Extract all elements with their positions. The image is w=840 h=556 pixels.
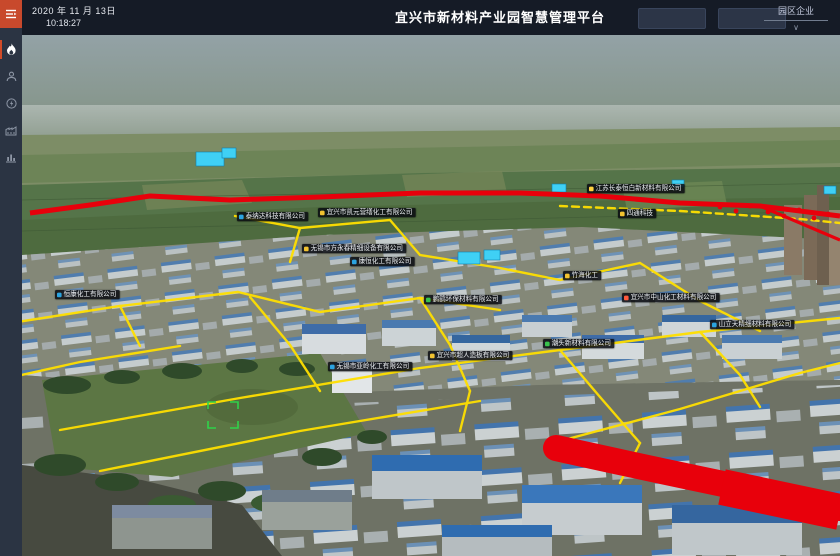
company-label[interactable]: 无锡市方永春精细设备有限公司 (302, 244, 406, 253)
power-icon (6, 98, 17, 109)
company-label[interactable]: 四通科技 (618, 209, 656, 218)
company-pin-icon (239, 214, 244, 219)
sidebar (0, 0, 22, 556)
company-label[interactable]: 宜兴市中山化工材料有限公司 (622, 293, 720, 302)
company-label[interactable]: 恒康化工有限公司 (55, 290, 120, 299)
company-label[interactable]: 泰纳达科技有限公司 (237, 212, 308, 221)
company-label[interactable]: 竹海化工 (563, 271, 601, 280)
company-label[interactable]: 山立天精细材料有限公司 (710, 320, 794, 329)
company-name: 潮头新材料有限公司 (552, 340, 611, 347)
company-name: 竹海化工 (572, 272, 598, 279)
company-label[interactable]: 宜兴市超人造板有限公司 (428, 351, 512, 360)
factory-icon (5, 125, 17, 136)
dropdown-label: 园区企业 (764, 4, 828, 21)
company-label[interactable]: 鹏鹞环保材料有限公司 (424, 295, 502, 304)
company-label[interactable]: 宜兴市凯元营缮化工有限公司 (318, 208, 416, 217)
company-name: 鹏鹞环保材料有限公司 (433, 296, 499, 303)
sidebar-item-statistics[interactable] (0, 144, 22, 171)
company-name: 泰纳达科技有限公司 (246, 213, 305, 220)
management-button[interactable] (638, 8, 706, 29)
page-title: 宜兴市新材料产业园智慧管理平台 (370, 0, 630, 35)
company-pin-icon (352, 259, 357, 264)
company-pin-icon (545, 341, 550, 346)
company-name: 四通科技 (627, 210, 653, 217)
current-time: 10:18:27 (46, 18, 81, 28)
sidebar-item-personnel[interactable] (0, 63, 22, 90)
company-pin-icon (712, 322, 717, 327)
smart-park-platform: 2020 年 11 月 13日 10:18:27 宜兴市新材料产业园智慧管理平台… (0, 0, 840, 556)
top-header: 2020 年 11 月 13日 10:18:27 宜兴市新材料产业园智慧管理平台… (22, 0, 840, 35)
company-name: 无锡市方永春精细设备有限公司 (311, 245, 403, 252)
company-label[interactable]: 无锡市亚岭化工有限公司 (328, 362, 412, 371)
company-label[interactable]: 潮头新材料有限公司 (543, 339, 614, 348)
person-icon (6, 71, 17, 82)
flame-icon (6, 43, 17, 56)
company-pin-icon (304, 246, 309, 251)
company-name: 宜兴市凯元营缮化工有限公司 (327, 209, 413, 216)
company-pin-icon (426, 297, 431, 302)
hamburger-menu-icon[interactable] (0, 0, 22, 28)
company-labels: 泰纳达科技有限公司 宜兴市凯元营缮化工有限公司 无锡市方永春精细设备有限公司 康… (22, 35, 840, 556)
company-pin-icon (320, 210, 325, 215)
company-label[interactable]: 康恒化工有限公司 (350, 257, 415, 266)
park-enterprise-dropdown[interactable]: 园区企业 ∨ (764, 4, 828, 32)
sidebar-item-enterprise[interactable] (0, 117, 22, 144)
sidebar-item-fire-monitor[interactable] (0, 36, 22, 63)
company-pin-icon (589, 186, 594, 191)
company-pin-icon (57, 292, 62, 297)
company-label[interactable]: 江苏长泰恒白新材料有限公司 (587, 184, 685, 193)
company-name: 无锡市亚岭化工有限公司 (337, 363, 410, 370)
map-3d-view[interactable]: 泰纳达科技有限公司 宜兴市凯元营缮化工有限公司 无锡市方永春精细设备有限公司 康… (22, 35, 840, 556)
company-pin-icon (620, 211, 625, 216)
company-pin-icon (330, 364, 335, 369)
company-name: 康恒化工有限公司 (359, 258, 412, 265)
current-date: 2020 年 11 月 13日 (32, 4, 116, 17)
company-name: 宜兴市中山化工材料有限公司 (631, 294, 717, 301)
company-pin-icon (565, 273, 570, 278)
company-pin-icon (624, 295, 629, 300)
company-name: 恒康化工有限公司 (64, 291, 117, 298)
sidebar-item-energy[interactable] (0, 90, 22, 117)
bar-chart-icon (5, 152, 17, 163)
chevron-down-icon: ∨ (764, 21, 828, 32)
company-pin-icon (430, 353, 435, 358)
company-name: 江苏长泰恒白新材料有限公司 (596, 185, 682, 192)
company-name: 宜兴市超人造板有限公司 (437, 352, 510, 359)
company-name: 山立天精细材料有限公司 (719, 321, 792, 328)
